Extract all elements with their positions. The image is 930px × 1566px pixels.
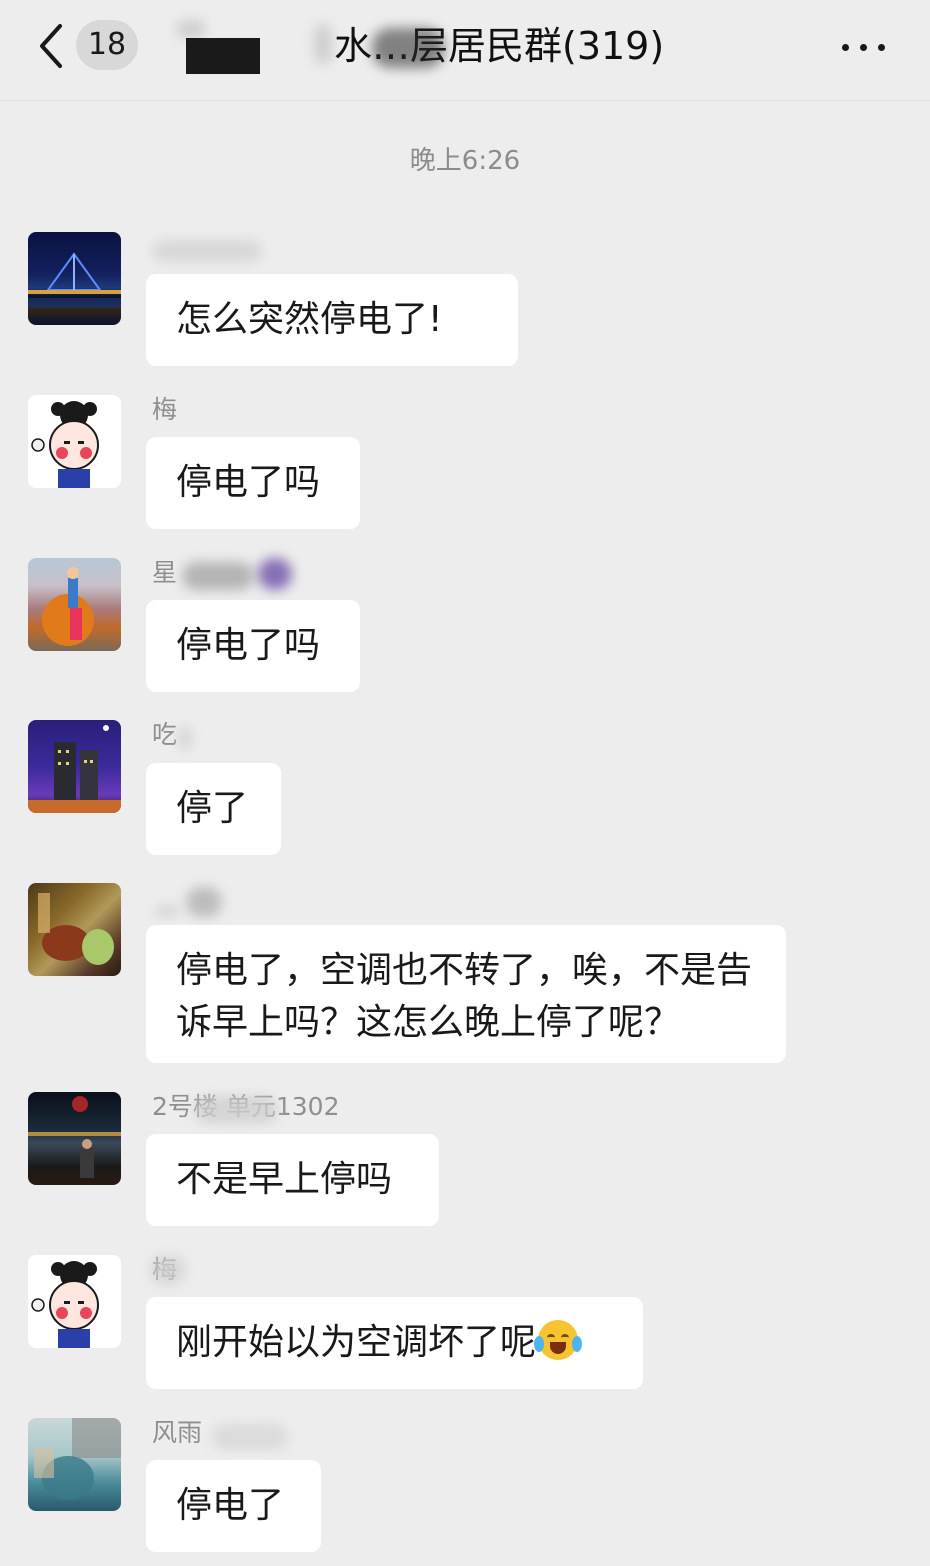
message-bubble[interactable]: 停电了，空调也不转了，唉，不是告诉早上吗？这怎么晚上停了呢？ — [146, 925, 786, 1063]
sender-name: 星 — [152, 558, 178, 587]
back-button[interactable] — [34, 18, 74, 74]
redaction-blur — [178, 726, 192, 750]
redaction-blur — [150, 1255, 186, 1285]
avatar[interactable] — [28, 1418, 121, 1511]
city-buildings-photo — [28, 725, 121, 813]
message-bubble[interactable]: 停了 — [146, 763, 281, 855]
chevron-left-icon — [40, 24, 62, 68]
redaction-blur — [194, 1096, 278, 1124]
chat-header: 18 水…层居民群(319) — [0, 0, 930, 101]
avatar[interactable] — [28, 1092, 121, 1185]
sender-name: 梅 — [152, 395, 178, 424]
more-icon — [842, 44, 849, 51]
avatar[interactable] — [28, 1255, 121, 1348]
redaction-blur — [152, 240, 262, 262]
redaction-blur — [186, 887, 222, 917]
crying-laughing-emoji-icon — [534, 1320, 583, 1360]
message-text: 刚开始以为空调坏了呢 — [176, 1322, 537, 1363]
sender-name: 吃 — [152, 720, 178, 749]
redaction-blur — [176, 20, 206, 38]
redaction-blur — [156, 907, 178, 915]
message-bubble[interactable]: 怎么突然停电了! — [146, 274, 518, 366]
avatar[interactable] — [28, 395, 121, 488]
avatar[interactable] — [28, 720, 121, 813]
night-scene-photo — [28, 1096, 121, 1178]
message-bubble[interactable]: 刚开始以为空调坏了呢 — [146, 1297, 643, 1389]
avatar[interactable] — [28, 232, 121, 325]
cartoon-girl-avatar — [31, 1261, 99, 1348]
unread-count-badge[interactable]: 18 — [76, 20, 138, 70]
redaction-blur — [212, 1424, 288, 1450]
avatar[interactable] — [28, 558, 121, 651]
redaction-blur — [372, 28, 444, 68]
blurred-person-photo — [34, 1418, 121, 1500]
food-photo — [38, 893, 114, 965]
message-bubble[interactable]: 停电了吗 — [146, 600, 360, 692]
bridge-night-photo — [28, 252, 121, 308]
redaction-block — [186, 38, 260, 74]
avatar[interactable] — [28, 883, 121, 976]
message-bubble[interactable]: 停电了吗 — [146, 437, 360, 529]
person-in-field-photo — [42, 567, 94, 646]
message-timestamp: 晚上6:26 — [409, 146, 521, 176]
redaction-blur — [182, 562, 254, 590]
sender-name: 风雨 — [152, 1418, 203, 1447]
cartoon-girl-avatar — [31, 401, 99, 488]
message-bubble[interactable]: 不是早上停吗 — [146, 1134, 439, 1226]
redaction-blur — [314, 24, 332, 64]
more-options-button[interactable] — [838, 26, 890, 66]
message-bubble[interactable]: 停电了 — [146, 1460, 321, 1552]
redaction-blur — [258, 558, 292, 590]
